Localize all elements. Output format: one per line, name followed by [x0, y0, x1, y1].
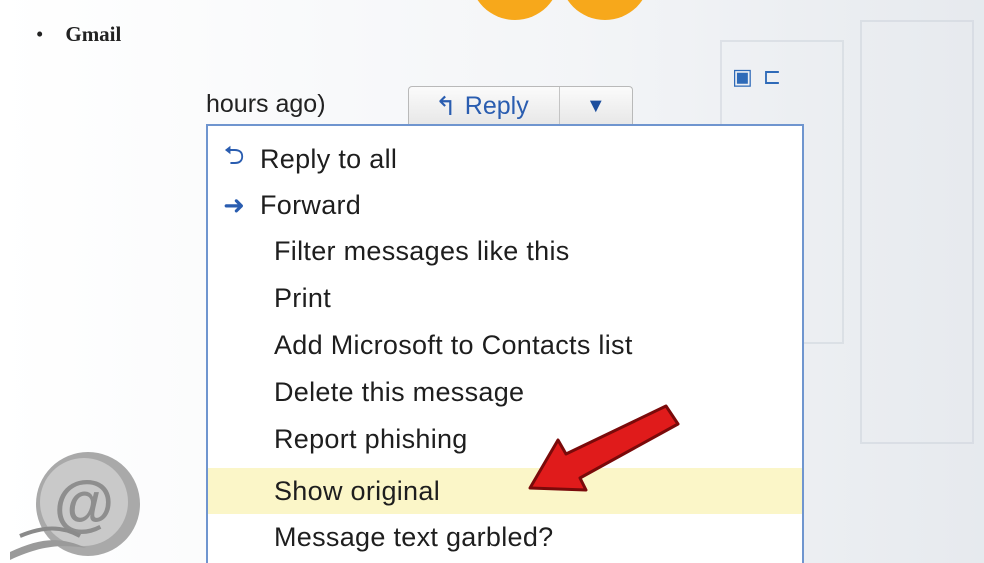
menu-item-report-phishing[interactable]: Report phishing	[208, 416, 802, 462]
menu-item-message-text-garbled[interactable]: Message text garbled?	[208, 514, 802, 560]
menu-item-label: Show original	[274, 475, 440, 506]
menu-item-label: Delete this message	[274, 376, 525, 407]
menu-item-show-original[interactable]: Show original	[208, 468, 802, 514]
menu-item-forward[interactable]: ➜ Forward	[208, 182, 802, 228]
menu-item-delete-message[interactable]: Delete this message	[208, 369, 802, 415]
decorative-shape	[470, 0, 560, 20]
print-icon[interactable]: ▣	[732, 64, 753, 90]
message-toolbar-icons: ▣ ⊏	[732, 64, 781, 90]
menu-item-label: Forward	[260, 189, 362, 220]
menu-item-add-to-contacts[interactable]: Add Microsoft to Contacts list	[208, 322, 802, 368]
reply-label: Reply	[464, 91, 529, 120]
message-actions-menu: ⮌ Reply to all ➜ Forward Filter messages…	[206, 124, 804, 563]
menu-item-label: Reply to all	[260, 143, 398, 174]
menu-item-label: Report phishing	[274, 423, 468, 454]
timestamp-text: hours ago)	[206, 90, 326, 118]
new-window-icon[interactable]: ⊏	[763, 64, 781, 90]
menu-item-filter-messages[interactable]: Filter messages like this	[208, 228, 802, 274]
menu-item-label: Message text garbled?	[274, 521, 554, 552]
menu-item-print[interactable]: Print	[208, 275, 802, 321]
reply-arrow-icon: ↰	[435, 90, 457, 121]
background-window-shape	[860, 20, 974, 444]
reply-button-group: ↰ Reply ▼	[408, 86, 633, 125]
reply-all-icon: ⮌	[223, 140, 245, 170]
decorative-shape	[560, 0, 650, 20]
menu-item-reply-to-all[interactable]: ⮌ Reply to all	[208, 136, 802, 182]
slide-heading: • Gmail	[36, 22, 121, 47]
dropdown-triangle-icon: ▼	[585, 94, 606, 117]
message-header-row: hours ago) ↰ Reply ▼	[206, 86, 686, 125]
forward-arrow-icon: ➜	[223, 189, 245, 220]
menu-item-label: Filter messages like this	[274, 235, 570, 266]
at-sign-logo-icon: @	[10, 452, 140, 560]
more-actions-dropdown-button[interactable]: ▼	[560, 87, 632, 125]
bullet: •	[36, 22, 44, 46]
annotation-red-arrow-icon	[528, 404, 680, 492]
menu-item-label: Print	[274, 282, 332, 313]
reply-button[interactable]: ↰ Reply	[409, 87, 560, 125]
menu-item-label: Add Microsoft to Contacts list	[274, 329, 633, 360]
heading-text: Gmail	[65, 22, 122, 46]
